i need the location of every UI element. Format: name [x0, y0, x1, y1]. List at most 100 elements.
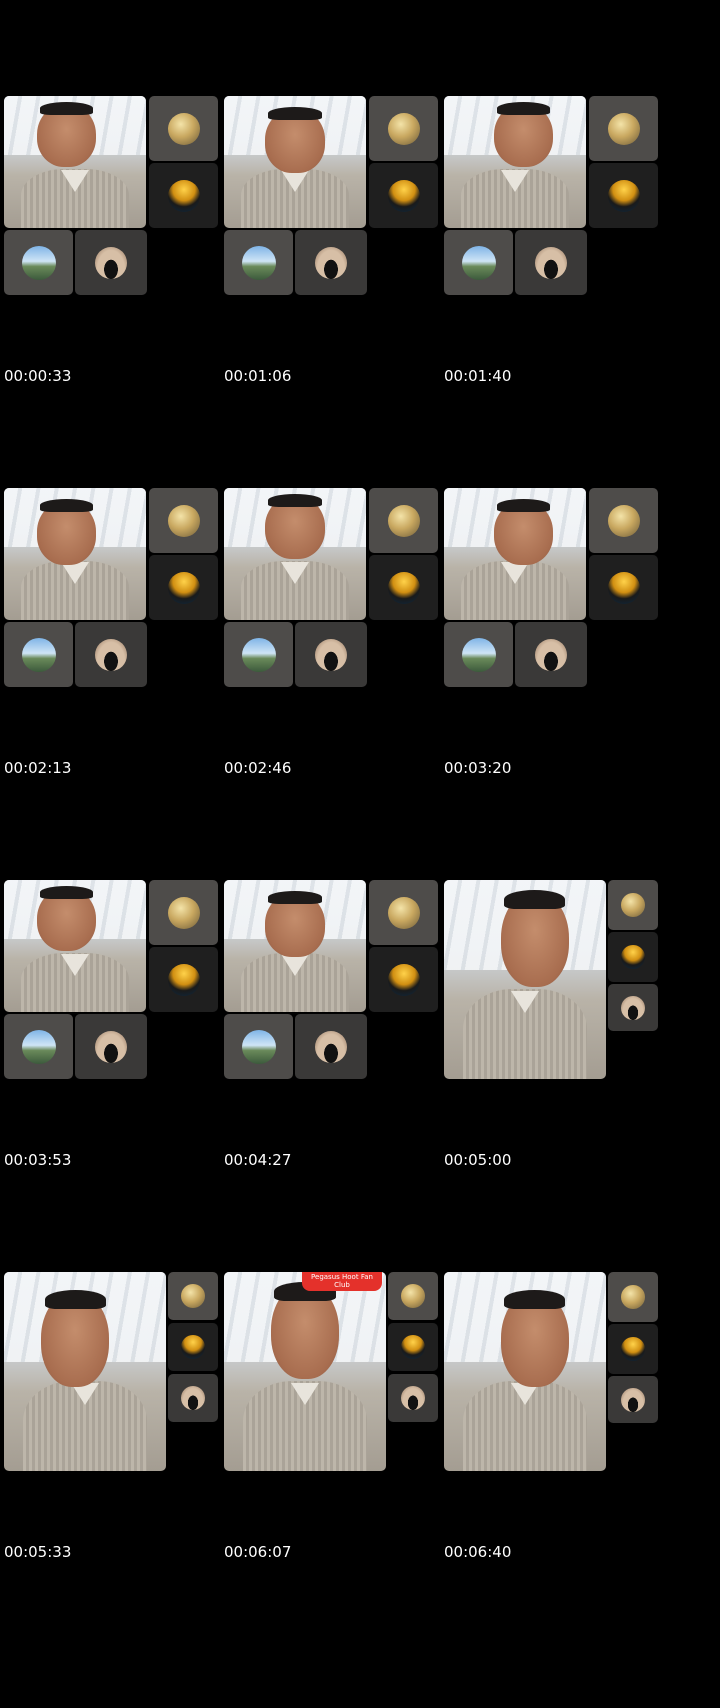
shirt-collar	[291, 1383, 319, 1406]
main-camera-video[interactable]	[444, 880, 606, 1079]
skull-avatar-icon	[607, 112, 640, 145]
main-camera-video[interactable]	[4, 96, 146, 228]
portrait-avatar-icon	[401, 1386, 425, 1410]
gold-bot-avatar-tile[interactable]	[589, 163, 658, 228]
skull-avatar-tile[interactable]	[149, 880, 218, 945]
hair	[44, 1289, 106, 1309]
shirt-collar	[281, 953, 309, 976]
gold-bot-avatar-tile[interactable]	[149, 163, 218, 228]
gold-bot-avatar-icon	[167, 571, 200, 604]
skull-avatar-icon	[387, 504, 420, 537]
gold-bot-avatar-icon	[401, 1335, 425, 1359]
shirt-collar	[61, 169, 89, 192]
frame-timestamp: 00:01:06	[224, 367, 292, 385]
landscape-avatar-tile[interactable]	[4, 230, 73, 295]
frame-timestamp: 00:05:00	[444, 1151, 512, 1169]
landscape-avatar-icon	[21, 637, 56, 672]
portrait-avatar-tile[interactable]	[295, 1014, 367, 1079]
frame-timestamp: 00:02:46	[224, 759, 292, 777]
video-frame	[444, 488, 680, 778]
frame-timestamp: 00:03:20	[444, 759, 512, 777]
portrait-avatar-tile[interactable]	[515, 622, 587, 687]
main-camera-video[interactable]	[4, 880, 146, 1012]
landscape-avatar-tile[interactable]	[224, 622, 293, 687]
gold-bot-avatar-tile[interactable]	[168, 1323, 218, 1371]
skull-avatar-icon	[607, 504, 640, 537]
skull-avatar-icon	[167, 896, 200, 929]
portrait-avatar-tile[interactable]	[388, 1374, 438, 1422]
portrait-avatar-tile[interactable]	[608, 984, 658, 1031]
shirt-collar	[281, 169, 309, 192]
skull-avatar-tile[interactable]	[608, 1272, 658, 1322]
skull-avatar-tile[interactable]	[589, 488, 658, 553]
portrait-avatar-icon	[95, 246, 127, 279]
portrait-avatar-tile[interactable]	[168, 1374, 218, 1422]
portrait-avatar-icon	[315, 1030, 347, 1063]
gold-bot-avatar-icon	[167, 963, 200, 996]
skull-avatar-tile[interactable]	[589, 96, 658, 161]
landscape-avatar-tile[interactable]	[4, 622, 73, 687]
main-camera-video[interactable]	[444, 1272, 606, 1471]
skull-avatar-tile[interactable]	[168, 1272, 218, 1320]
skull-avatar-icon	[401, 1284, 425, 1308]
skull-avatar-tile[interactable]	[608, 880, 658, 930]
main-camera-video[interactable]	[4, 1272, 166, 1471]
landscape-avatar-icon	[21, 245, 56, 280]
gold-bot-avatar-tile[interactable]	[149, 555, 218, 620]
main-camera-video[interactable]	[224, 488, 366, 620]
gold-bot-avatar-tile[interactable]	[608, 1324, 658, 1374]
gold-bot-avatar-tile[interactable]	[369, 947, 438, 1012]
skull-avatar-tile[interactable]	[369, 96, 438, 161]
skull-avatar-tile[interactable]	[369, 880, 438, 945]
gold-bot-avatar-icon	[607, 179, 640, 212]
skull-avatar-icon	[167, 112, 200, 145]
landscape-avatar-icon	[461, 637, 496, 672]
gold-bot-avatar-tile[interactable]	[589, 555, 658, 620]
gold-bot-avatar-tile[interactable]	[388, 1323, 438, 1371]
video-frame	[4, 880, 240, 1170]
landscape-avatar-tile[interactable]	[444, 622, 513, 687]
landscape-avatar-tile[interactable]	[444, 230, 513, 295]
portrait-avatar-tile[interactable]	[75, 622, 147, 687]
portrait-avatar-tile[interactable]	[295, 622, 367, 687]
portrait-avatar-tile[interactable]	[515, 230, 587, 295]
portrait-avatar-tile[interactable]	[75, 1014, 147, 1079]
landscape-avatar-tile[interactable]	[224, 1014, 293, 1079]
shirt-collar	[61, 561, 89, 584]
video-frame	[224, 488, 460, 778]
main-camera-video[interactable]	[224, 96, 366, 228]
frame-timestamp: 00:04:27	[224, 1151, 292, 1169]
skull-avatar-tile[interactable]	[149, 96, 218, 161]
shirt-collar	[281, 561, 309, 584]
portrait-avatar-tile[interactable]	[75, 230, 147, 295]
hair	[496, 101, 551, 115]
video-frame	[224, 880, 460, 1170]
skull-avatar-tile[interactable]	[149, 488, 218, 553]
shirt-collar	[501, 561, 529, 584]
portrait-avatar-tile[interactable]	[608, 1376, 658, 1423]
main-camera-video[interactable]	[224, 880, 366, 1012]
shirt-collar	[501, 169, 529, 192]
gold-bot-avatar-icon	[621, 1337, 645, 1361]
gold-bot-avatar-tile[interactable]	[608, 932, 658, 982]
main-camera-video[interactable]	[444, 96, 586, 228]
landscape-avatar-tile[interactable]	[224, 230, 293, 295]
gold-bot-avatar-icon	[607, 571, 640, 604]
hair	[268, 891, 322, 904]
skull-avatar-icon	[181, 1284, 205, 1308]
skull-avatar-tile[interactable]	[388, 1272, 438, 1320]
gold-bot-avatar-tile[interactable]	[149, 947, 218, 1012]
landscape-avatar-tile[interactable]	[4, 1014, 73, 1079]
gold-bot-avatar-tile[interactable]	[369, 163, 438, 228]
main-camera-video[interactable]	[444, 488, 586, 620]
hair	[504, 889, 566, 910]
skull-avatar-tile[interactable]	[369, 488, 438, 553]
main-camera-video[interactable]	[4, 488, 146, 620]
frame-timestamp: 00:03:53	[4, 1151, 72, 1169]
portrait-avatar-icon	[621, 1387, 645, 1412]
gold-bot-avatar-tile[interactable]	[369, 555, 438, 620]
video-frame	[4, 488, 240, 778]
main-camera-video[interactable]	[224, 1272, 386, 1471]
portrait-avatar-tile[interactable]	[295, 230, 367, 295]
gold-bot-avatar-icon	[167, 179, 200, 212]
